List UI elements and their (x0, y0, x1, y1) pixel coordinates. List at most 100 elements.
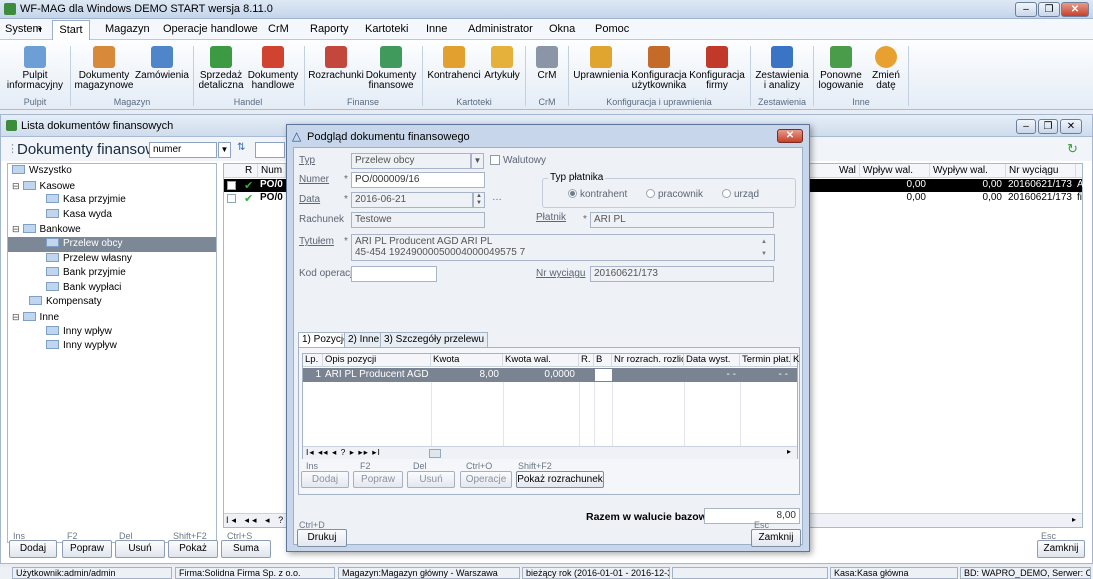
menu-operacje-handlowe[interactable]: Operacje handlowe (163, 23, 258, 35)
ribbon-konfiguracja-uzytkownika-button[interactable]: Konfiguracja użytkownika (630, 46, 688, 91)
mdi-close-icon[interactable]: ✕ (1060, 119, 1082, 134)
column-header-r[interactable]: R (242, 164, 258, 178)
tab-start[interactable]: Start (52, 20, 90, 41)
scroll-right-icon[interactable]: ▸ (1072, 515, 1076, 524)
tree-item[interactable]: Inny wypływ (8, 339, 216, 354)
radio-urzad[interactable]: urząd (722, 189, 759, 200)
menu-kartoteki[interactable]: Kartoteki (365, 23, 408, 35)
row-checkbox[interactable] (227, 181, 236, 190)
ribbon-dokumenty-handlowe-button[interactable]: Dokumenty handlowe (246, 46, 300, 91)
operations-button[interactable]: Operacje (460, 471, 512, 488)
add-position-button[interactable]: Dodaj (301, 471, 349, 488)
numer-field[interactable]: PO/000009/16 (351, 172, 485, 188)
ribbon-pulpit-button[interactable]: Pulpit informacyjny (4, 46, 66, 91)
dialog-close-button[interactable]: Zamknij (751, 529, 801, 547)
ribbon-konfiguracja-firmy-button[interactable]: Konfiguracja firmy (688, 46, 746, 91)
tree-item[interactable]: Kasa przyjmie (8, 193, 216, 208)
row-checkbox[interactable] (227, 194, 236, 203)
ribbon-crm-button[interactable]: CrM (529, 46, 565, 81)
close-window-button[interactable]: Zamknij (1037, 540, 1085, 558)
pos-col-r[interactable]: R. (579, 354, 594, 367)
tree-item[interactable]: Kasa wyda (8, 208, 216, 223)
ribbon-kontrahenci-button[interactable]: Kontrahenci (426, 46, 482, 81)
pos-col-opis[interactable]: Opis pozycji (323, 354, 431, 367)
sort-order-icon[interactable]: ⇅ (237, 142, 245, 153)
edit-button[interactable]: Popraw (62, 540, 112, 558)
scrollbar-thumb[interactable] (429, 449, 441, 458)
tree-item[interactable]: Inny wpływ (8, 325, 216, 340)
ribbon-uprawnienia-button[interactable]: Uprawnienia (572, 46, 630, 81)
ribbon-dokumenty-finansowe-button[interactable]: Dokumenty finansowe (364, 46, 418, 91)
tytulem-field[interactable]: ARI PL Producent AGD ARI PL 45-454 19249… (351, 234, 775, 261)
pos-col-data-wyst[interactable]: Data wyst. (684, 354, 740, 367)
print-button[interactable]: Drukuj (297, 529, 347, 547)
tab-szczegoly-przelewu[interactable]: 3) Szczegóły przelewu (380, 332, 489, 347)
pos-col-nr-rozrach[interactable]: Nr rozrach. rozlicz. (612, 354, 684, 367)
scroll-arrows-icon[interactable]: ▲ ▼ (761, 236, 767, 260)
delete-position-button[interactable]: Usuń (407, 471, 455, 488)
radio-pracownik[interactable]: pracownik (646, 189, 703, 200)
menu-system[interactable]: System (5, 23, 42, 35)
chevron-down-icon[interactable]: ▼ (471, 153, 484, 169)
chevron-down-icon[interactable]: ▾ (38, 25, 42, 34)
delete-button[interactable]: Usuń (115, 540, 165, 558)
date-spinner-icon[interactable]: ▲ ▼ (473, 192, 485, 208)
platnik-field[interactable]: ARI PL (590, 212, 774, 228)
mdi-maximize-icon[interactable]: ❐ (1038, 119, 1058, 134)
ribbon-dokumenty-magazynowe-button[interactable]: Dokumenty magazynowe (74, 46, 134, 91)
ribbon-ponowne-logowanie-button[interactable]: Ponowne logowanie (816, 46, 866, 91)
ribbon-sprzedaz-button[interactable]: Sprzedaż detaliczna (196, 46, 246, 91)
ribbon-zmien-date-button[interactable]: Zmień datę (866, 46, 906, 91)
search-input[interactable] (255, 142, 285, 158)
tree-item[interactable]: Przelew własny (8, 252, 216, 267)
tree-item[interactable]: ⊟ Inne (8, 310, 216, 325)
menu-pomoc[interactable]: Pomoc (595, 23, 629, 35)
pos-col-lp[interactable]: Lp. (303, 354, 323, 367)
sort-field-select[interactable]: numer (149, 142, 217, 158)
ribbon-rozrachunki-button[interactable]: Rozrachunki (308, 46, 364, 81)
show-button[interactable]: Pokaż (168, 540, 218, 558)
collapse-icon[interactable]: ⊟ (12, 181, 20, 191)
sum-button[interactable]: Suma (221, 540, 271, 558)
collapse-icon[interactable]: ⊟ (12, 224, 20, 234)
tree-item[interactable]: Wszystko (8, 164, 216, 179)
tree-item[interactable]: ⊟ Kasowe (8, 179, 216, 194)
navigator-buttons[interactable]: I◂ ◂◂ ◂ ? ▸ ▸▸ ▸I (306, 447, 381, 458)
walutowy-checkbox[interactable] (490, 155, 500, 165)
chevron-down-icon[interactable]: ▼ (218, 142, 231, 158)
ribbon-artykuly-button[interactable]: Artykuły (482, 46, 522, 81)
pos-col-kwota[interactable]: Kwota (431, 354, 503, 367)
column-header-wplyw[interactable]: Wpływ wal. (860, 164, 930, 178)
show-settlement-button[interactable]: Pokaż rozrachunek (516, 471, 604, 488)
edit-position-button[interactable]: Popraw (353, 471, 403, 488)
column-header-wal[interactable]: Wal (836, 164, 860, 178)
pos-col-termin[interactable]: Termin płat. (740, 354, 791, 367)
tab-inne[interactable]: 2) Inne (344, 332, 384, 347)
mdi-minimize-icon[interactable]: – (1016, 119, 1036, 134)
pos-b-cell[interactable] (595, 369, 612, 381)
kod-operacji-field[interactable] (351, 266, 437, 282)
pos-col-kwota-wal[interactable]: Kwota wal. (503, 354, 579, 367)
dialog-close-icon[interactable]: ✕ (777, 129, 803, 143)
tree-item[interactable]: ⊟ Bankowe (8, 222, 216, 237)
radio-kontrahent[interactable]: kontrahent (568, 189, 627, 200)
ribbon-zestawienia-button[interactable]: Zestawienia i analizy (754, 46, 810, 91)
refresh-icon[interactable]: ↻ (1067, 141, 1078, 157)
menu-okna[interactable]: Okna (549, 23, 575, 35)
typ-select[interactable]: Przelew obcy (351, 153, 471, 169)
ellipsis-icon[interactable]: … (492, 192, 502, 203)
pos-col-b[interactable]: B (594, 354, 612, 367)
tree-item[interactable]: Bank wypłaci (8, 281, 216, 296)
collapse-icon[interactable]: ⊟ (12, 312, 20, 322)
column-header-numer[interactable]: Num (258, 164, 286, 178)
menu-raporty[interactable]: Raporty (310, 23, 349, 35)
nr-wyciagu-field[interactable]: 20160621/173 (590, 266, 774, 282)
scroll-right-icon[interactable]: ▸ (787, 447, 791, 456)
data-field[interactable]: 2016-06-21 (351, 192, 473, 208)
menu-crm[interactable]: CrM (268, 23, 289, 35)
minimize-icon[interactable]: – (1015, 2, 1037, 17)
rachunek-field[interactable]: Testowe (351, 212, 485, 228)
ribbon-zamowienia-button[interactable]: Zamówienia (134, 46, 190, 81)
menu-inne[interactable]: Inne (426, 23, 447, 35)
menu-administrator[interactable]: Administrator (468, 23, 533, 35)
